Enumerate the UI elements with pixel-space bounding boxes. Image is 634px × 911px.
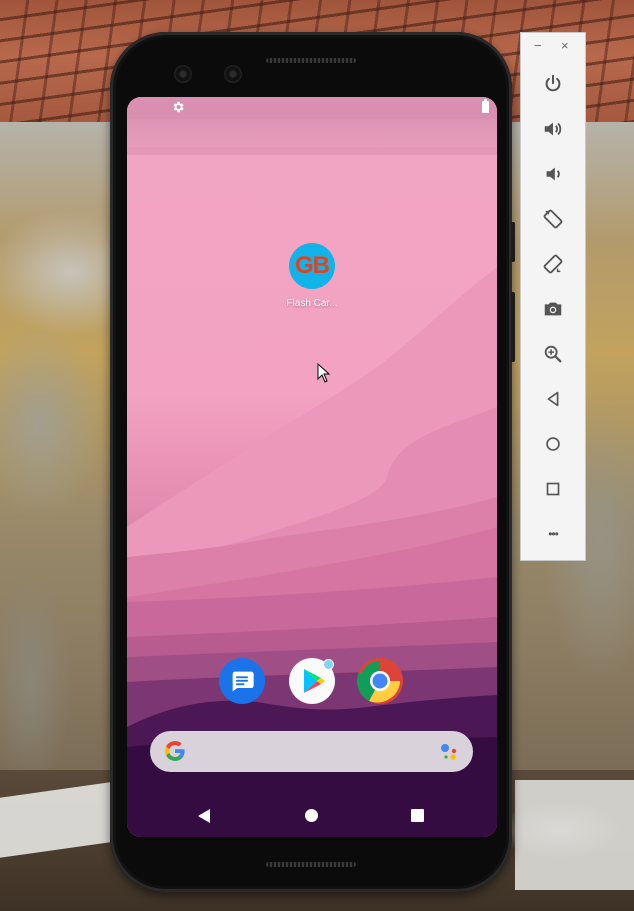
google-g-icon xyxy=(165,741,185,761)
debris-slab xyxy=(515,780,634,890)
message-bubble-icon xyxy=(232,671,254,692)
back-icon xyxy=(547,391,559,407)
volume-up-button[interactable] xyxy=(540,116,566,142)
nav-back-button[interactable] xyxy=(197,808,211,824)
chrome-logo-icon xyxy=(357,658,403,704)
rotate-left-icon xyxy=(543,209,563,229)
battery-icon xyxy=(482,99,489,113)
rotate-right-button[interactable] xyxy=(540,251,566,277)
chrome-icon[interactable] xyxy=(357,658,403,704)
front-camera xyxy=(224,65,242,83)
bottom-speaker xyxy=(266,862,356,867)
camera-icon xyxy=(544,302,562,316)
messages-icon[interactable] xyxy=(219,658,265,704)
nav-recents-button[interactable] xyxy=(411,809,424,822)
notification-dot xyxy=(323,659,334,670)
zoom-button[interactable] xyxy=(540,341,566,367)
more-button[interactable]: ••• xyxy=(540,521,566,547)
debris-slab xyxy=(0,782,110,858)
screenshot-button[interactable] xyxy=(540,296,566,322)
volume-down-button[interactable] xyxy=(540,161,566,187)
earpiece-speaker xyxy=(266,58,356,63)
settings-gear-icon xyxy=(173,101,184,113)
flash-cards-app-icon[interactable]: GB xyxy=(289,243,335,289)
google-assistant-icon[interactable] xyxy=(439,742,459,762)
overview-button[interactable] xyxy=(540,476,566,502)
rotate-right-icon xyxy=(543,254,563,274)
phone-screen[interactable]: GB Flash Car... xyxy=(127,97,497,837)
rotate-left-button[interactable] xyxy=(540,206,566,232)
minimize-button[interactable]: − xyxy=(534,39,542,53)
wallpaper-hills xyxy=(127,97,497,837)
home-button[interactable] xyxy=(540,431,566,457)
status-bar xyxy=(127,97,497,119)
emulator-toolbar: − × ••• xyxy=(520,32,586,561)
overview-icon xyxy=(546,482,560,496)
home-icon xyxy=(546,437,560,451)
power-button[interactable] xyxy=(540,71,566,97)
mouse-pointer-icon xyxy=(317,363,331,383)
phone-frame: GB Flash Car... xyxy=(110,32,515,892)
status-bar-background xyxy=(127,119,497,147)
app-label: Flash Car... xyxy=(286,298,338,309)
nav-home-button[interactable] xyxy=(305,809,318,822)
back-button[interactable] xyxy=(540,386,566,412)
side-button xyxy=(511,222,515,262)
play-store-icon[interactable] xyxy=(289,658,335,704)
side-button xyxy=(511,292,515,362)
google-search-bar[interactable] xyxy=(150,731,473,772)
zoom-icon xyxy=(544,345,562,363)
power-icon xyxy=(545,74,561,92)
front-camera xyxy=(174,65,192,83)
more-icon: ••• xyxy=(548,527,559,541)
volume-up-icon xyxy=(544,122,562,136)
volume-down-icon xyxy=(546,167,560,181)
navigation-bar xyxy=(127,797,497,837)
close-button[interactable]: × xyxy=(561,39,569,53)
app-flash-cards[interactable]: GB Flash Car... xyxy=(277,243,347,309)
